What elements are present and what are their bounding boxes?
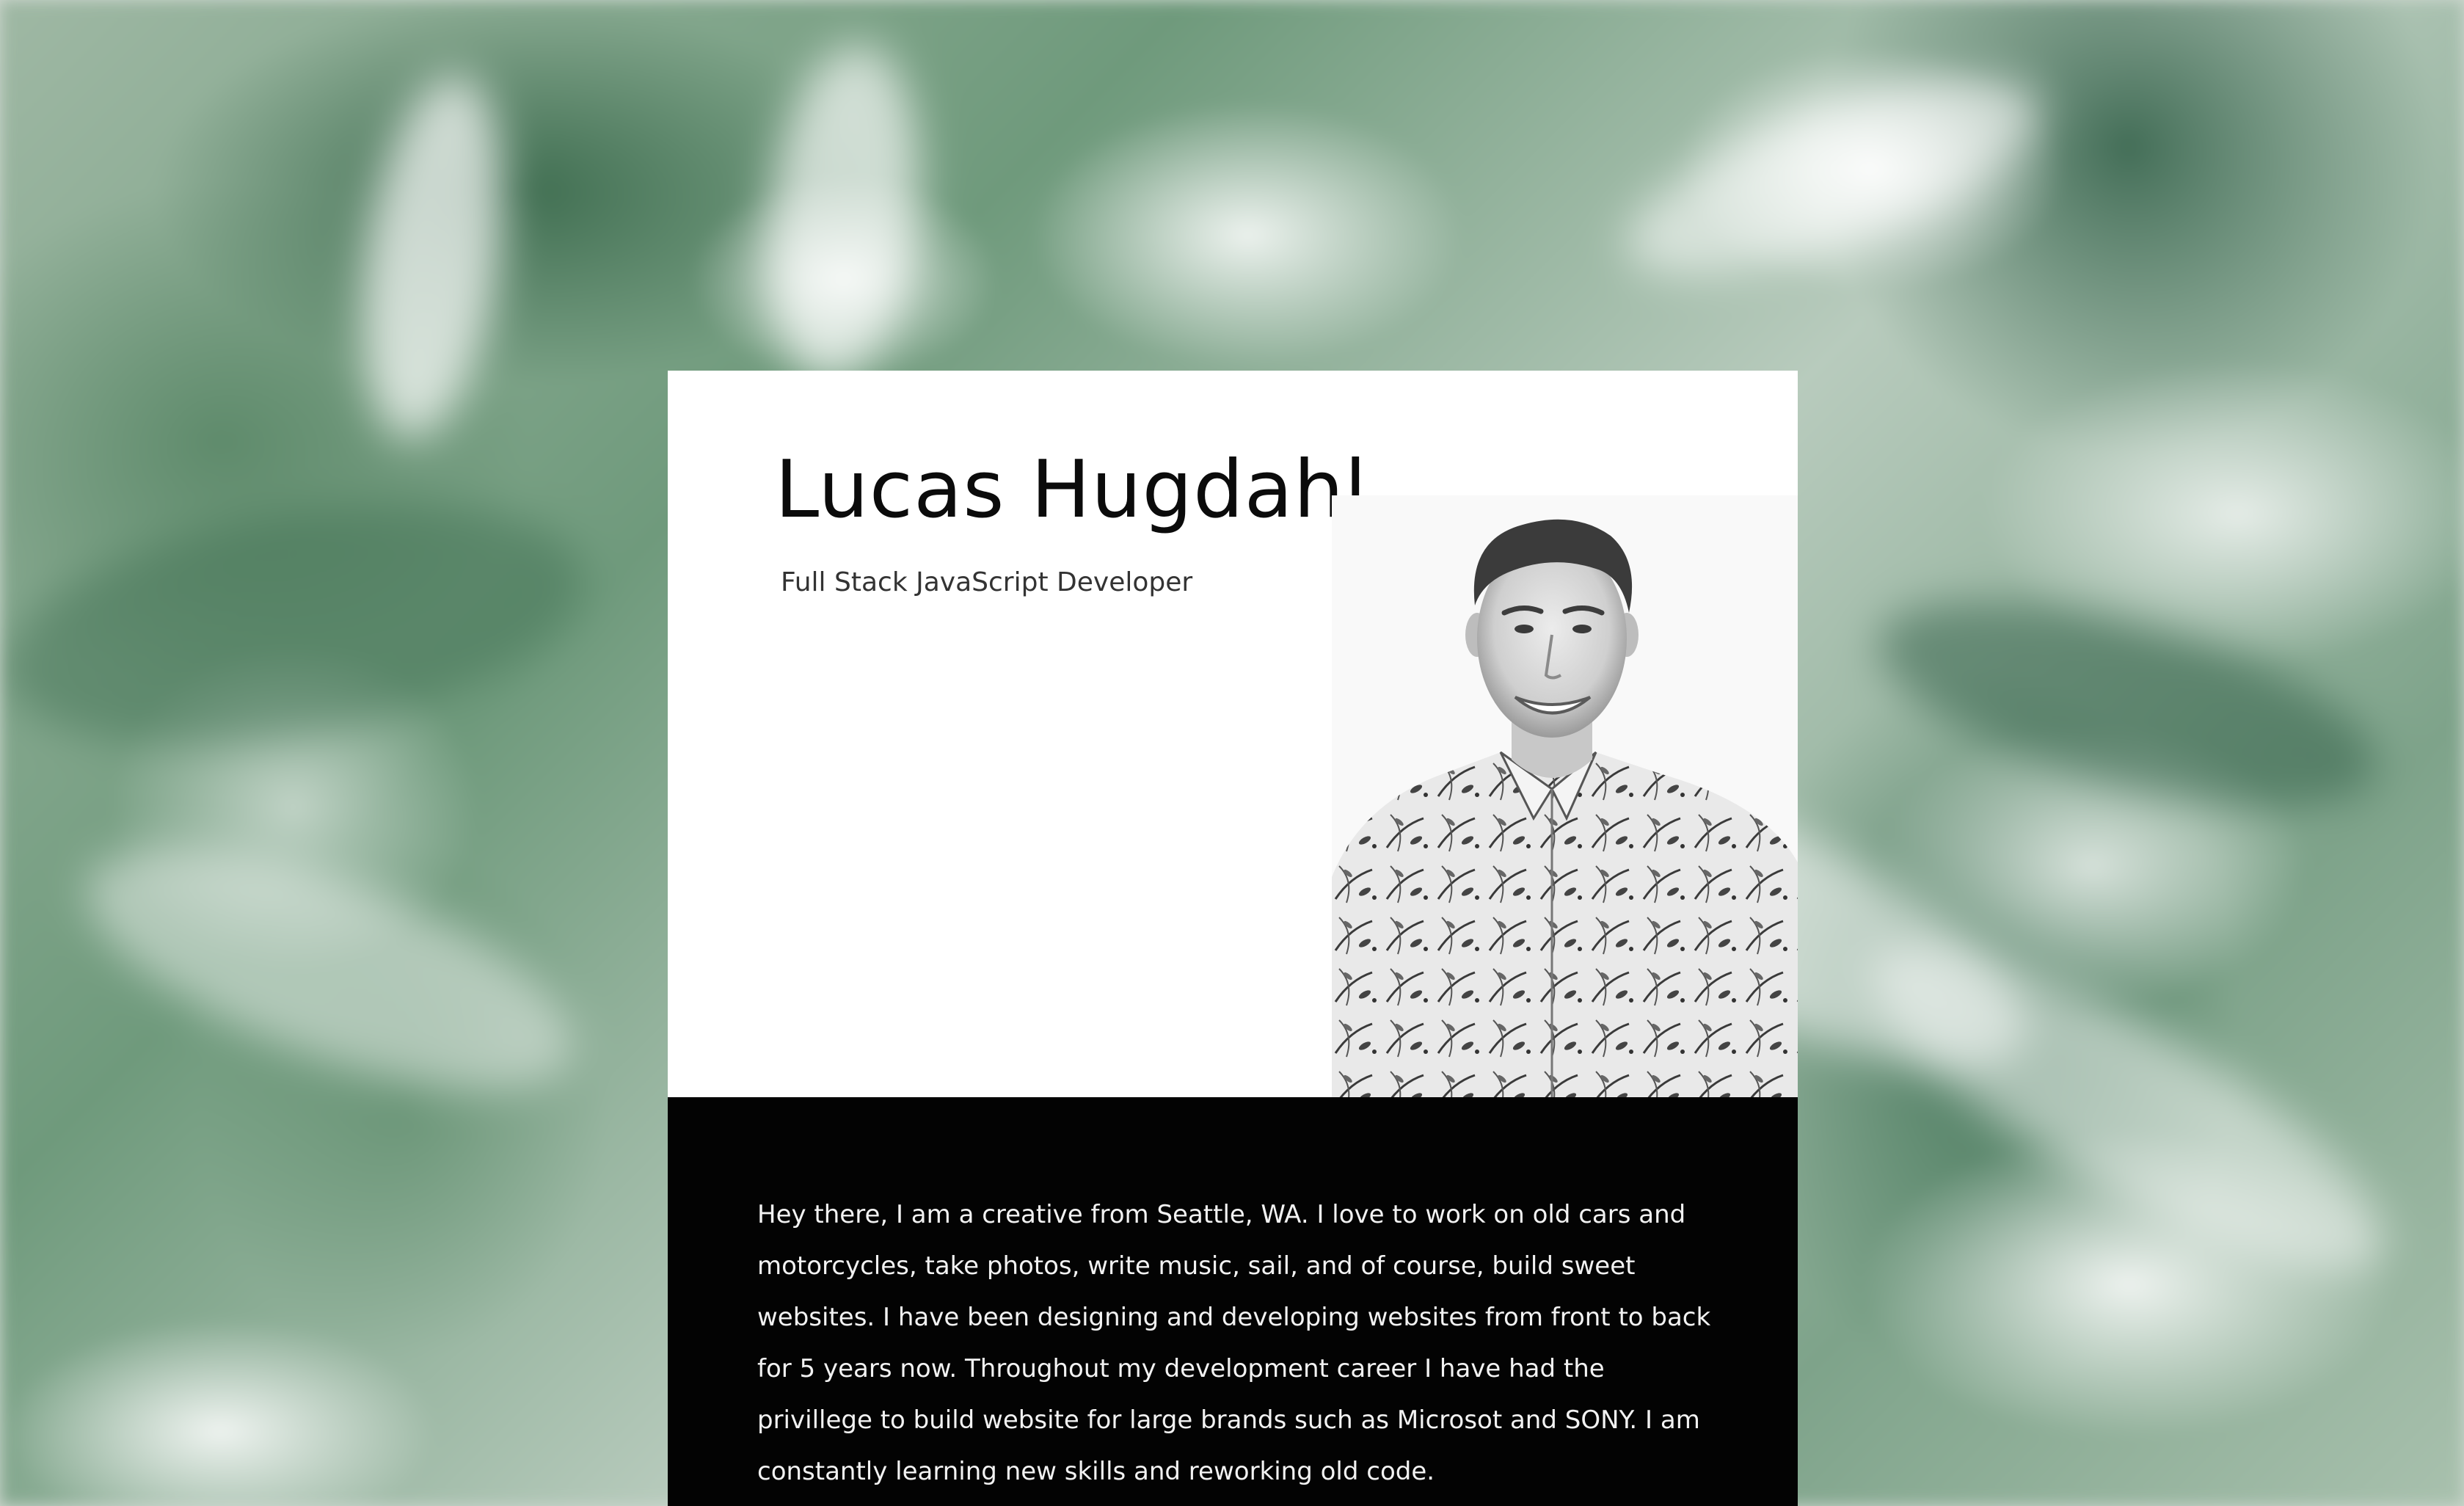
about-section: Hey there, I am a creative from Seattle,… [668, 1097, 1798, 1506]
profile-photo [1332, 495, 1798, 1097]
profile-name: Lucas Hugdahl [775, 444, 1368, 536]
profile-card: Lucas Hugdahl Full Stack JavaScript Deve… [668, 371, 1798, 1506]
profile-title: Full Stack JavaScript Developer [781, 567, 1193, 597]
profile-header: Lucas Hugdahl Full Stack JavaScript Deve… [668, 371, 1798, 1097]
bio-text: Hey there, I am a creative from Seattle,… [757, 1200, 1711, 1486]
